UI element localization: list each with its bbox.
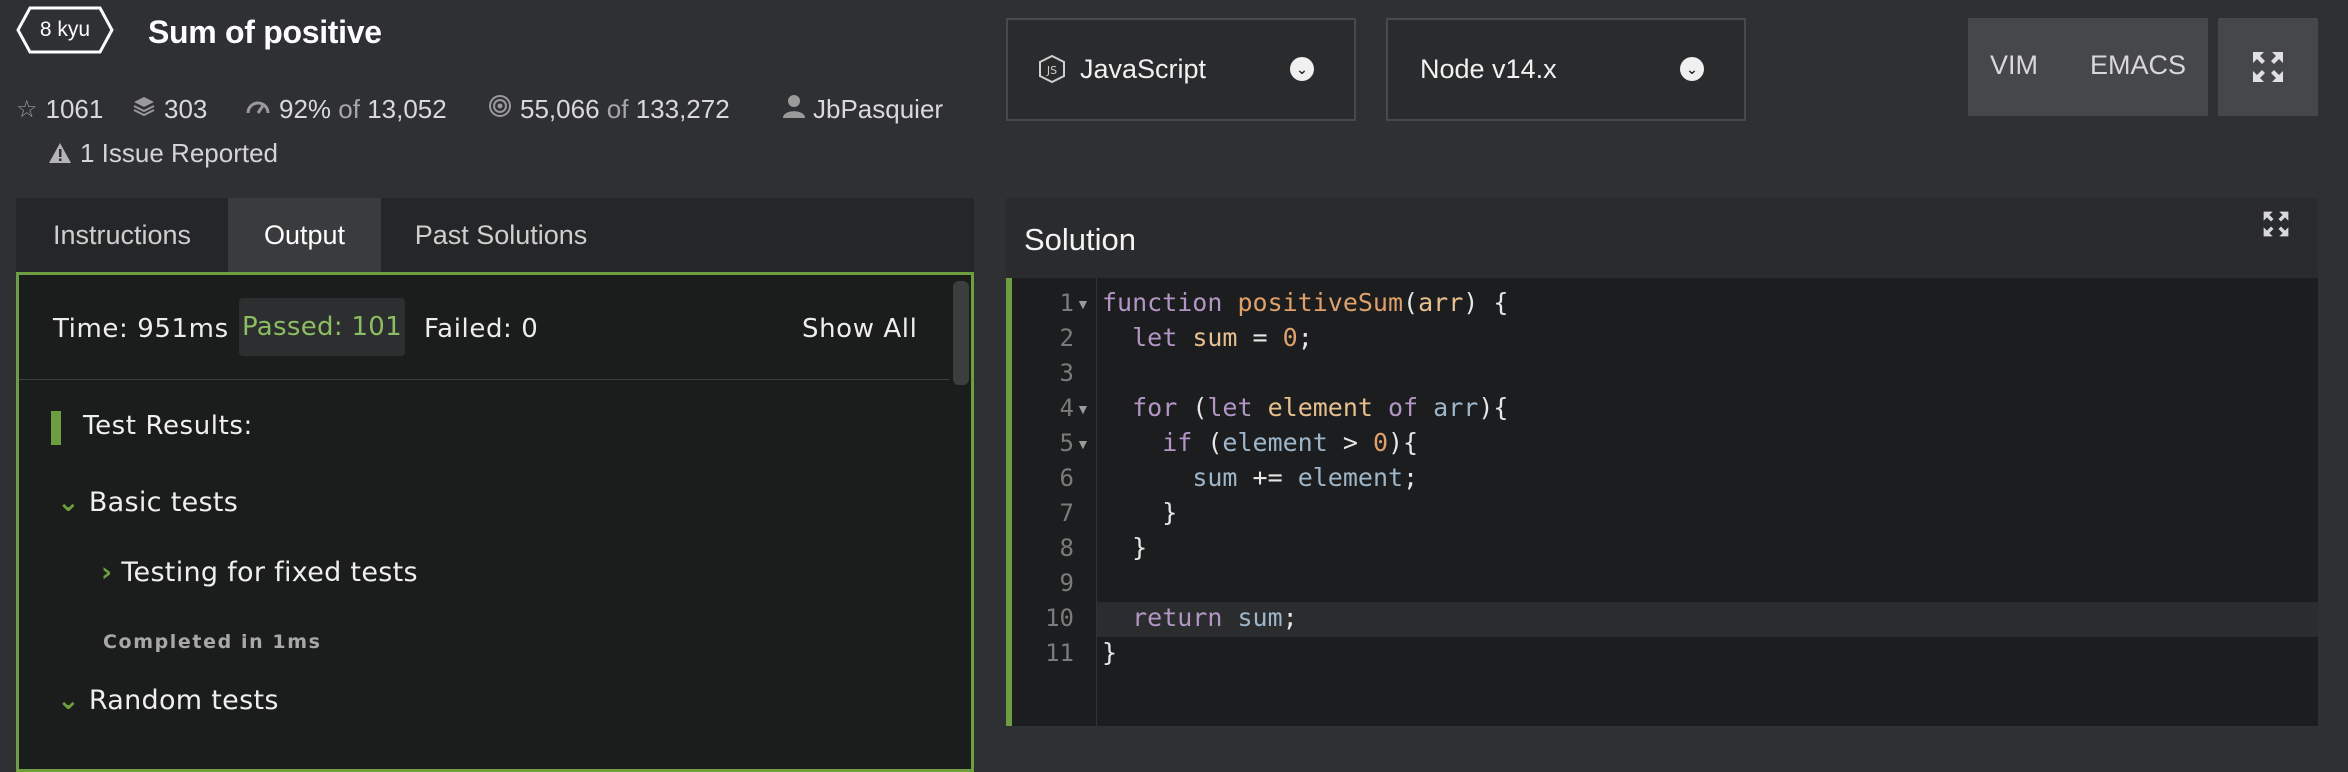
expand-icon[interactable] <box>2262 210 2290 238</box>
passed-badge: Passed: 101 <box>239 298 405 356</box>
stars-count: 1061 <box>45 94 104 124</box>
language-label: JavaScript <box>1080 54 1207 84</box>
results-summary: Time: 951ms Passed: 101 Failed: 0 Show A… <box>19 275 949 380</box>
code-line[interactable]: } <box>1102 638 1117 667</box>
collections-stat[interactable]: 303 <box>132 94 207 125</box>
scrollbar[interactable] <box>953 281 969 385</box>
code-line[interactable]: } <box>1102 533 1147 562</box>
code-line[interactable]: function positiveSum(arr) { <box>1102 288 1508 317</box>
issues-label: 1 Issue Reported <box>80 138 279 168</box>
line-number: 5 <box>1059 429 1074 457</box>
group-random-tests[interactable]: ⌄ Random tests <box>57 685 279 716</box>
group-label: Testing for fixed tests <box>121 557 418 588</box>
language-select[interactable]: JS JavaScript ⌄ <box>1006 18 1356 121</box>
rank-label: 8 kyu <box>39 18 91 41</box>
code-line[interactable]: if (element > 0){ <box>1102 428 1418 457</box>
star-icon: ☆ <box>16 96 38 123</box>
kata-title: Sum of positive <box>148 14 382 50</box>
author-name: JbPasquier <box>813 94 944 124</box>
line-number: 7 <box>1059 499 1074 527</box>
failed-label: Failed: 0 <box>424 314 539 344</box>
code-editor[interactable]: 1 2 3 4 5 6 7 8 9 10 11 ▼ ▼ ▼ function p… <box>1006 278 2318 726</box>
line-number: 9 <box>1059 569 1074 597</box>
code-line[interactable]: let sum = 0; <box>1102 323 1313 352</box>
panel-tabs: Instructions Output Past Solutions <box>16 198 974 272</box>
chevron-down-icon: ⌄ <box>57 685 80 716</box>
version-label: Node v14.x <box>1420 54 1557 84</box>
collections-count: 303 <box>164 94 208 124</box>
chevron-down-icon: ⌄ <box>1680 57 1704 81</box>
line-gutter: 1 2 3 4 5 6 7 8 9 10 11 ▼ ▼ ▼ <box>1012 278 1097 726</box>
line-number: 6 <box>1059 464 1074 492</box>
layers-icon <box>132 94 156 125</box>
svg-text:JS: JS <box>1046 64 1057 77</box>
satisfaction-percent: 92% <box>279 94 332 124</box>
satisfaction-stat: 92% of 13,052 <box>245 94 447 125</box>
expand-icon <box>2253 52 2283 82</box>
fullscreen-button[interactable] <box>2218 18 2318 116</box>
user-icon <box>783 94 805 125</box>
output-panel: Time: 951ms Passed: 101 Failed: 0 Show A… <box>16 272 974 772</box>
fold-arrow-icon[interactable]: ▼ <box>1076 436 1090 452</box>
group-basic-tests[interactable]: ⌄ Basic tests <box>57 487 238 518</box>
code-line[interactable]: sum += element; <box>1102 463 1418 492</box>
tab-output[interactable]: Output <box>228 198 381 272</box>
code-line[interactable]: for (let element of arr){ <box>1102 393 1508 422</box>
gauge-icon <box>245 95 271 124</box>
solution-title: Solution <box>1024 222 1137 257</box>
solution-header: Solution <box>1006 198 2318 278</box>
line-number: 1 <box>1059 289 1074 317</box>
of-label: of <box>606 94 629 124</box>
author-link[interactable]: JbPasquier <box>783 94 943 125</box>
attempts-count: 133,272 <box>635 94 730 124</box>
editor-mode-group: VIM EMACS <box>1968 18 2208 116</box>
of-label: of <box>338 94 360 124</box>
group-label: Basic tests <box>88 487 239 518</box>
chevron-down-icon: ⌄ <box>1290 57 1314 81</box>
line-number: 2 <box>1059 324 1074 352</box>
group-fixed-tests[interactable]: › Testing for fixed tests <box>101 557 418 588</box>
time-label: Time: 951ms <box>53 314 229 344</box>
completed-time: Completed in 1ms <box>103 631 322 653</box>
results-accent-bar <box>51 411 61 445</box>
fold-arrow-icon[interactable]: ▼ <box>1076 296 1090 312</box>
javascript-icon: JS <box>1038 54 1066 91</box>
version-select[interactable]: Node v14.x ⌄ <box>1386 18 1746 121</box>
line-number: 10 <box>1045 604 1074 632</box>
line-number: 11 <box>1045 639 1074 667</box>
rank-badge: 8 kyu <box>16 6 114 54</box>
group-label: Random tests <box>88 685 279 716</box>
fold-arrow-icon[interactable]: ▼ <box>1076 401 1090 417</box>
code-line[interactable]: } <box>1102 498 1177 527</box>
vim-button[interactable]: VIM <box>1990 50 2038 81</box>
show-all-button[interactable]: Show All <box>802 314 917 344</box>
tab-past-solutions[interactable]: Past Solutions <box>381 198 621 272</box>
chevron-right-icon: › <box>101 557 113 588</box>
warning-icon <box>49 143 71 163</box>
line-number: 8 <box>1059 534 1074 562</box>
completions-stat: 55,066 of 133,272 <box>488 94 730 125</box>
results-title: Test Results: <box>83 411 253 441</box>
chevron-down-icon: ⌄ <box>57 487 80 518</box>
code-line[interactable]: return sum; <box>1102 603 1298 632</box>
emacs-button[interactable]: EMACS <box>2090 50 2186 81</box>
tab-instructions[interactable]: Instructions <box>16 198 228 272</box>
line-number: 4 <box>1059 394 1074 422</box>
stars-stat[interactable]: ☆ 1061 <box>16 94 103 125</box>
line-number: 3 <box>1059 359 1074 387</box>
target-icon <box>488 94 512 125</box>
votes-count: 13,052 <box>367 94 447 124</box>
completed-count: 55,066 <box>520 94 600 124</box>
issues-link[interactable]: 1 Issue Reported <box>48 138 278 169</box>
